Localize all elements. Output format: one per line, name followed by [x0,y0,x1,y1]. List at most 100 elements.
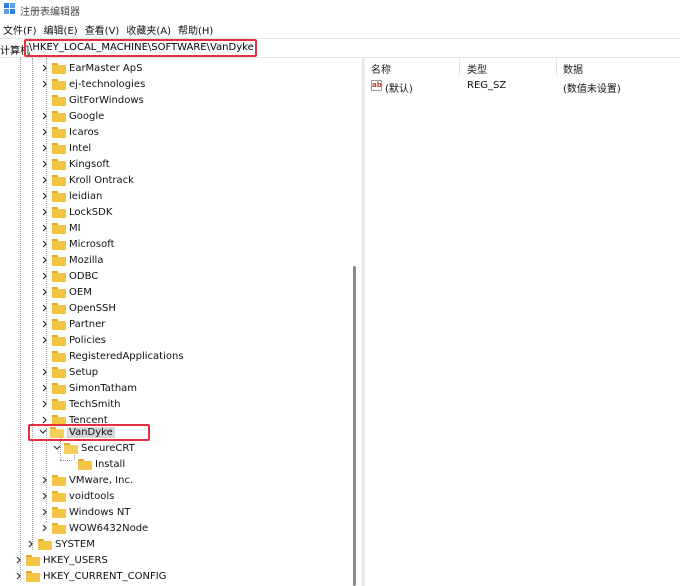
menu-view[interactable]: 查看(V) [84,22,126,37]
folder-icon [52,126,66,138]
tree-node-hkey-users[interactable]: HKEY_USERS [14,552,108,568]
menu-edit[interactable]: 编辑(E) [43,22,84,37]
chevron-right-icon[interactable] [40,174,50,186]
folder-icon [52,286,66,298]
chevron-right-icon[interactable] [40,190,50,202]
tree-node[interactable]: MI [40,220,81,236]
chevron-right-icon[interactable] [40,318,50,330]
scrollbar-thumb[interactable] [353,266,356,586]
chevron-right-icon[interactable] [40,270,50,282]
chevron-down-icon[interactable] [52,442,62,454]
value-row[interactable]: ab (默认) REG_SZ (数值未设置) [366,78,680,95]
chevron-right-icon[interactable] [40,238,50,250]
chevron-right-icon[interactable] [40,110,50,122]
tree-node[interactable]: Kroll Ontrack [40,172,134,188]
tree-node[interactable]: SimonTatham [40,380,137,396]
folder-open-icon [64,442,78,454]
tree-node-label: Mozilla [69,254,104,266]
folder-icon [52,174,66,186]
tree-node-label: Intel [69,142,92,154]
folder-icon [52,238,66,250]
menu-help[interactable]: 帮助(H) [177,22,219,37]
chevron-right-icon[interactable] [40,506,50,518]
tree-node-label: Icaros [69,126,99,138]
chevron-right-icon[interactable] [40,474,50,486]
tree-selection-highlight-box [28,424,150,441]
chevron-right-icon[interactable] [14,554,24,566]
folder-icon [52,78,66,90]
chevron-right-icon[interactable] [40,490,50,502]
tree-node[interactable]: WOW6432Node [40,520,148,536]
chevron-right-icon[interactable] [26,538,36,550]
folder-icon [52,398,66,410]
tree-node[interactable]: Partner [40,316,105,332]
tree-node-hkey-current-config[interactable]: HKEY_CURRENT_CONFIG [14,568,166,584]
column-header-type[interactable]: 类型 [467,58,487,76]
chevron-right-icon[interactable] [40,286,50,298]
tree-node-label: Google [69,110,105,122]
tree-node-label: ODBC [69,270,99,282]
tree-node[interactable]: Policies [40,332,106,348]
registry-tree[interactable]: EarMaster ApS ej-technologies GitForWindow… [0,58,362,586]
chevron-right-icon[interactable] [40,522,50,534]
column-header-name[interactable]: 名称 [371,58,391,76]
tree-node[interactable]: Kingsoft [40,156,110,172]
chevron-right-icon[interactable] [40,78,50,90]
tree-node-label: Install [95,458,126,470]
chevron-right-icon[interactable] [40,142,50,154]
column-header-data[interactable]: 数据 [563,58,583,76]
tree-node[interactable]: Microsoft [40,236,115,252]
tree-node[interactable]: ej-technologies [40,76,145,92]
tree-node-securecrt[interactable]: SecureCRT [52,440,135,456]
chevron-right-icon[interactable] [14,570,24,582]
folder-icon [52,506,66,518]
chevron-right-icon[interactable] [40,398,50,410]
chevron-right-icon[interactable] [40,222,50,234]
tree-node[interactable]: Intel [40,140,91,156]
tree-node[interactable]: VMware, Inc. [40,472,133,488]
chevron-right-icon[interactable] [40,158,50,170]
tree-node-system[interactable]: SYSTEM [26,536,95,552]
tree-node-install[interactable]: Install [78,456,125,472]
chevron-right-icon[interactable] [40,206,50,218]
tree-node-label: Setup [69,366,99,378]
menu-favorites[interactable]: 收藏夹(A) [125,22,177,37]
chevron-right-icon[interactable] [40,62,50,74]
tree-node[interactable]: GitForWindows [40,92,144,108]
tree-scrollbar[interactable] [350,58,360,586]
chevron-right-icon[interactable] [40,302,50,314]
chevron-right-icon[interactable] [40,254,50,266]
window-title: 注册表编辑器 [20,7,80,18]
chevron-right-icon[interactable] [40,366,50,378]
tree-node[interactable]: OpenSSH [40,300,116,316]
tree-node[interactable]: Setup [40,364,98,380]
folder-icon [52,254,66,266]
tree-node[interactable]: leidian [40,188,102,204]
regedit-app-icon [4,3,16,15]
tree-node[interactable]: OEM [40,284,92,300]
folder-icon [52,158,66,170]
menu-file[interactable]: 文件(F) [2,22,43,37]
values-pane[interactable]: 名称 类型 数据 ab (默认) REG_SZ (数值未设置) [366,58,680,586]
pane-splitter[interactable] [362,58,365,586]
tree-node[interactable]: TechSmith [40,396,121,412]
tree-node[interactable]: voidtools [40,488,114,504]
tree-node-label: Kingsoft [69,158,110,170]
tree-node-label: HKEY_USERS [43,554,108,566]
tree-node[interactable]: ODBC [40,268,98,284]
chevron-right-icon[interactable] [40,126,50,138]
tree-node[interactable]: Icaros [40,124,99,140]
tree-node[interactable]: EarMaster ApS [40,60,142,76]
chevron-right-icon[interactable] [40,334,50,346]
tree-node[interactable]: LockSDK [40,204,112,220]
value-name: (默认) [385,84,413,95]
tree-node-label: leidian [69,190,103,202]
address-bar[interactable]: 计算机 \HKEY_LOCAL_MACHINE\SOFTWARE\VanDyke [0,38,680,58]
tree-node[interactable]: Windows NT [40,504,130,520]
tree-node[interactable]: Mozilla [40,252,103,268]
tree-node[interactable]: RegisteredApplications [40,348,184,364]
chevron-right-icon[interactable] [40,382,50,394]
tree-node[interactable]: Google [40,108,104,124]
